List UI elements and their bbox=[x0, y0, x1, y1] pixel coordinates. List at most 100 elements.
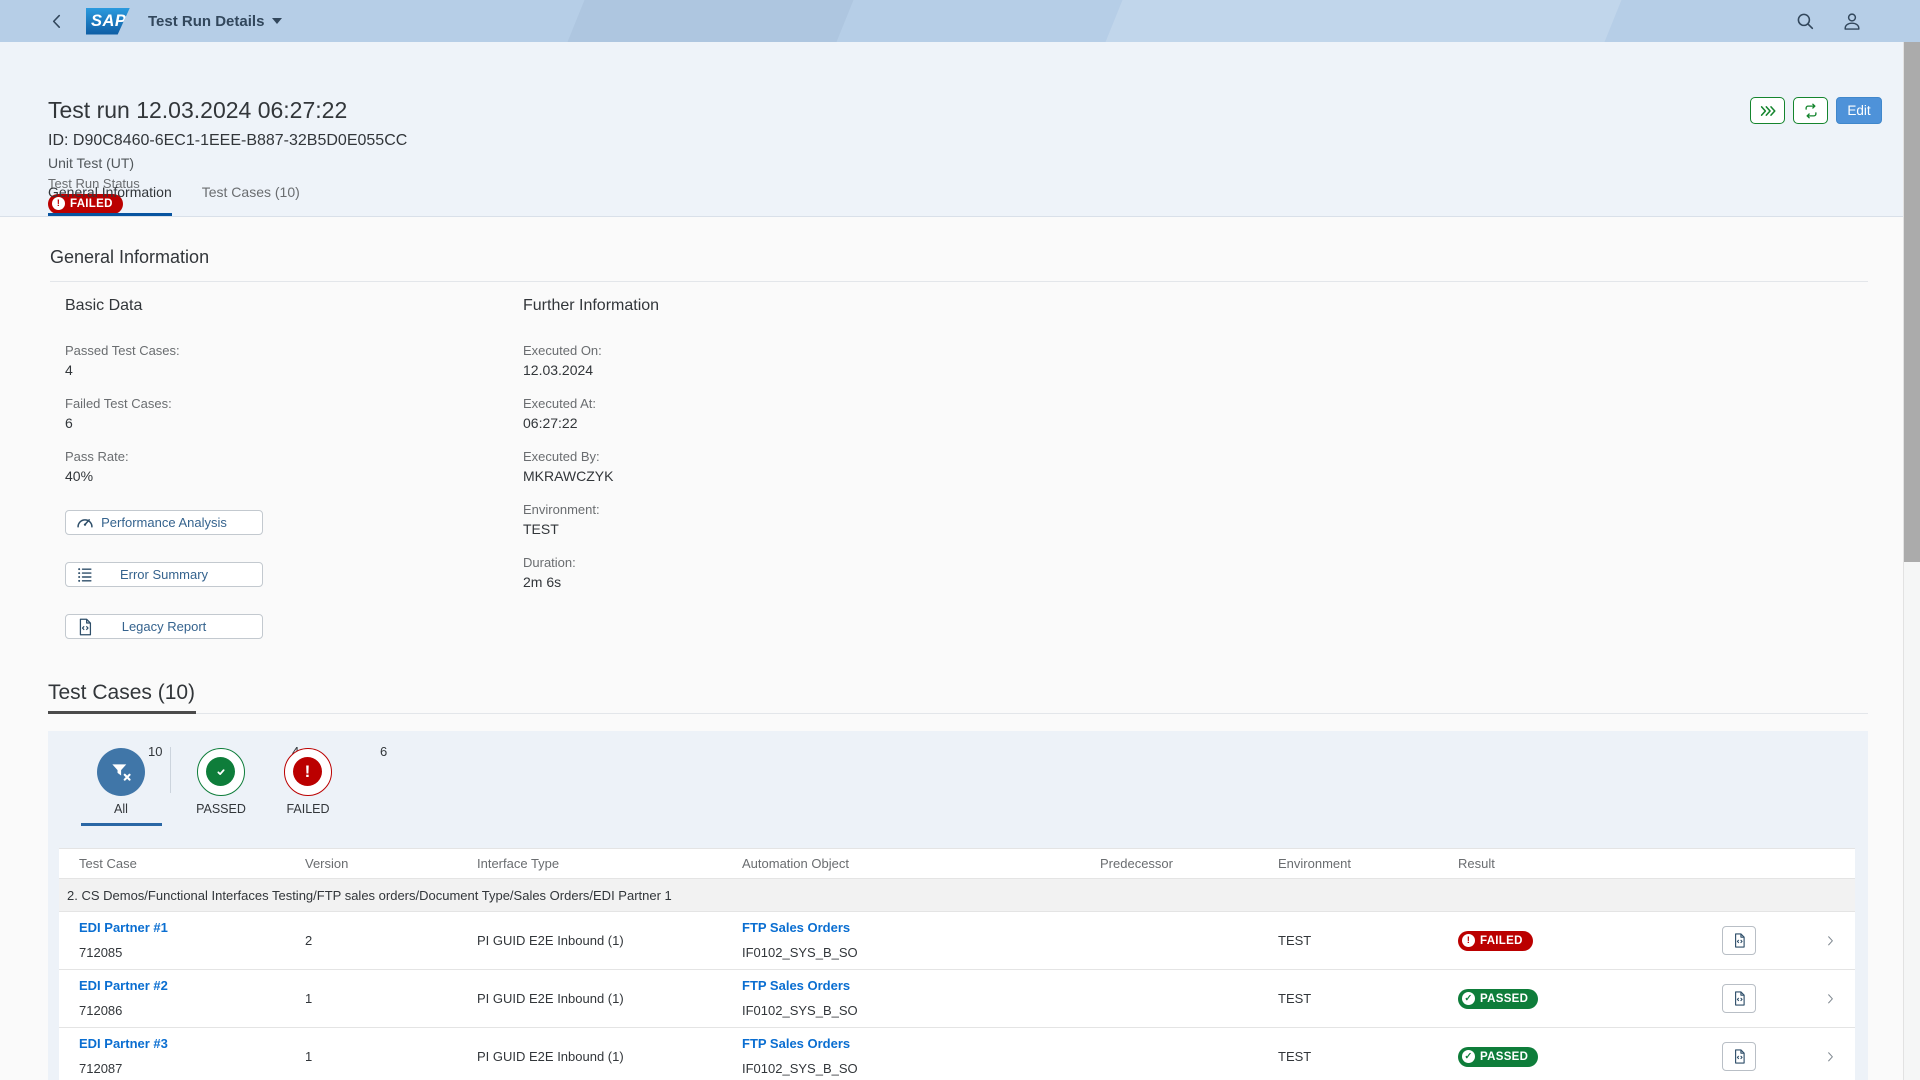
field-failed-test-cases: Failed Test Cases: 6 bbox=[65, 395, 263, 433]
code-document-icon bbox=[1731, 990, 1748, 1007]
test-case-link[interactable]: EDI Partner #2 bbox=[79, 978, 305, 993]
filter-failed-count: 6 bbox=[380, 744, 387, 759]
table-row[interactable]: EDI Partner #1 712085 2 PI GUID E2E Inbo… bbox=[59, 912, 1855, 970]
person-icon bbox=[1841, 10, 1863, 32]
page-header: Test run 12.03.2024 06:27:22 ID: D90C846… bbox=[0, 42, 1903, 217]
row-chevron-right-icon[interactable] bbox=[1823, 1028, 1855, 1080]
column-environment: Environment bbox=[1278, 849, 1458, 879]
predecessor-cell bbox=[1100, 970, 1278, 1027]
section-divider bbox=[50, 281, 1868, 282]
alert-circle-icon: ! bbox=[293, 757, 322, 786]
table-header-row: Test Case Version Interface Type Automat… bbox=[59, 848, 1855, 879]
filter-failed-label: FAILED bbox=[268, 802, 348, 816]
refresh-button[interactable] bbox=[1793, 97, 1828, 124]
sap-logo: SAP bbox=[86, 8, 130, 35]
further-information-title: Further Information bbox=[523, 297, 659, 315]
legacy-report-row-button[interactable] bbox=[1722, 1042, 1756, 1071]
environment-cell: TEST bbox=[1278, 1028, 1458, 1080]
shell-bar: SAP Test Run Details bbox=[0, 0, 1920, 42]
environment-cell: TEST bbox=[1278, 912, 1458, 969]
version-cell: 1 bbox=[305, 1028, 477, 1080]
result-badge-icon: ✓ bbox=[1462, 992, 1475, 1005]
automation-object-link[interactable]: FTP Sales Orders bbox=[742, 1036, 1100, 1051]
check-circle-icon bbox=[206, 757, 235, 786]
result-badge: ✓ PASSED bbox=[1458, 989, 1538, 1009]
table-row[interactable]: EDI Partner #2 712086 1 PI GUID E2E Inbo… bbox=[59, 970, 1855, 1028]
filter-all-circle bbox=[97, 748, 145, 796]
automation-object-id: IF0102_SYS_B_SO bbox=[742, 1003, 1100, 1018]
legacy-report-row-button[interactable] bbox=[1722, 926, 1756, 955]
sync-icon bbox=[1802, 102, 1820, 120]
automation-object-link[interactable]: FTP Sales Orders bbox=[742, 920, 1100, 935]
predecessor-cell bbox=[1100, 1028, 1278, 1080]
field-duration: Duration: 2m 6s bbox=[523, 554, 659, 592]
section-divider bbox=[48, 713, 1868, 714]
filter-passed-label: PASSED bbox=[181, 802, 261, 816]
field-pass-rate: Pass Rate: 40% bbox=[65, 448, 263, 486]
test-type: Unit Test (UT) bbox=[48, 155, 134, 171]
interface-type-cell: PI GUID E2E Inbound (1) bbox=[477, 912, 742, 969]
chevron-left-icon bbox=[48, 12, 66, 30]
filter-passed-circle bbox=[197, 748, 245, 796]
app-title: Test Run Details bbox=[148, 13, 264, 30]
predecessor-cell bbox=[1100, 912, 1278, 969]
test-run-id: ID: D90C8460-6EC1-1EEE-B887-32B5D0E055CC bbox=[48, 132, 407, 150]
result-badge-icon: ✓ bbox=[1462, 1050, 1475, 1063]
filter-all-label: All bbox=[91, 802, 151, 816]
result-badge: ! FAILED bbox=[1458, 931, 1533, 951]
report-buttons: Performance Analysis Error Summary Legac… bbox=[65, 510, 263, 639]
test-cases-table: Test Case Version Interface Type Automat… bbox=[59, 848, 1855, 1080]
field-executed-by: Executed By: MKRAWCZYK bbox=[523, 448, 659, 486]
filter-separator bbox=[170, 747, 171, 793]
test-cases-heading: Test Cases (10) bbox=[48, 681, 195, 705]
column-result: Result bbox=[1458, 849, 1722, 879]
test-cases-panel: 10 All 4 PASSED 6 bbox=[48, 731, 1868, 1080]
icon-tab-bar: 10 All 4 PASSED 6 bbox=[48, 731, 1868, 845]
automation-object-id: IF0102_SYS_B_SO bbox=[742, 945, 1100, 960]
general-information-heading: General Information bbox=[50, 247, 209, 268]
table-row[interactable]: EDI Partner #3 712087 1 PI GUID E2E Inbo… bbox=[59, 1028, 1855, 1080]
interface-type-cell: PI GUID E2E Inbound (1) bbox=[477, 970, 742, 1027]
table-group-header: 2. CS Demos/Functional Interfaces Testin… bbox=[59, 879, 1855, 912]
interface-type-cell: PI GUID E2E Inbound (1) bbox=[477, 1028, 742, 1080]
heading-underline bbox=[48, 711, 196, 714]
fast-forward-icon bbox=[1759, 102, 1777, 120]
edit-button[interactable]: Edit bbox=[1836, 97, 1882, 124]
automation-object-id: IF0102_SYS_B_SO bbox=[742, 1061, 1100, 1076]
header-actions: Edit bbox=[1750, 97, 1882, 124]
back-button[interactable] bbox=[44, 8, 70, 34]
search-button[interactable] bbox=[1792, 9, 1817, 34]
basic-data-group: Basic Data Passed Test Cases: 4 Failed T… bbox=[65, 297, 263, 666]
filter-all-count: 10 bbox=[148, 744, 162, 759]
column-automation-object: Automation Object bbox=[742, 849, 1100, 879]
legacy-report-button[interactable]: Legacy Report bbox=[65, 614, 263, 639]
code-document-icon bbox=[1731, 1048, 1748, 1065]
row-chevron-right-icon[interactable] bbox=[1823, 970, 1855, 1027]
fast-forward-button[interactable] bbox=[1750, 97, 1785, 124]
scrollbar-thumb[interactable] bbox=[1904, 42, 1920, 562]
basic-data-title: Basic Data bbox=[65, 297, 263, 315]
legacy-report-row-button[interactable] bbox=[1722, 984, 1756, 1013]
tab-test-cases[interactable]: Test Cases (10) bbox=[202, 184, 300, 216]
user-menu-button[interactable] bbox=[1839, 9, 1864, 34]
error-summary-button[interactable]: Error Summary bbox=[65, 562, 263, 587]
field-executed-on: Executed On: 12.03.2024 bbox=[523, 342, 659, 380]
scrollbar-track[interactable] bbox=[1903, 42, 1920, 1080]
test-case-link[interactable]: EDI Partner #3 bbox=[79, 1036, 305, 1051]
test-case-link[interactable]: EDI Partner #1 bbox=[79, 920, 305, 935]
app-screen: SAP Test Run Details Test run bbox=[0, 0, 1920, 1080]
test-case-id: 712087 bbox=[79, 1061, 305, 1076]
app-title-menu[interactable]: Test Run Details bbox=[148, 13, 282, 30]
filter-x-icon bbox=[109, 760, 133, 784]
automation-object-link[interactable]: FTP Sales Orders bbox=[742, 978, 1100, 993]
version-cell: 2 bbox=[305, 912, 477, 969]
tab-general-information[interactable]: General Information bbox=[48, 184, 172, 216]
search-icon bbox=[1794, 10, 1816, 32]
list-icon bbox=[75, 565, 95, 585]
performance-analysis-button[interactable]: Performance Analysis bbox=[65, 510, 263, 535]
column-version: Version bbox=[305, 849, 477, 879]
version-cell: 1 bbox=[305, 970, 477, 1027]
row-chevron-right-icon[interactable] bbox=[1823, 912, 1855, 969]
test-case-id: 712085 bbox=[79, 945, 305, 960]
field-executed-at: Executed At: 06:27:22 bbox=[523, 395, 659, 433]
